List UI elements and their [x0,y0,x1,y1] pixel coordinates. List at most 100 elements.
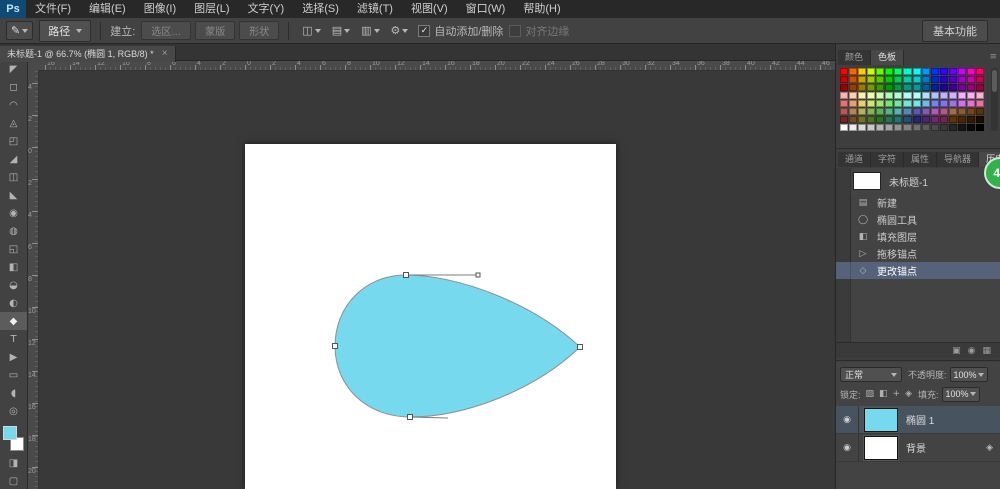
history-snapshot-row[interactable]: 未标题-1 [836,170,1000,192]
color-swatch[interactable] [939,124,948,131]
lock-all-icon[interactable]: ◈ [905,389,912,399]
color-swatch[interactable] [921,108,930,115]
color-swatch[interactable] [939,76,948,83]
color-swatch[interactable] [957,92,966,99]
color-swatch[interactable] [966,92,975,99]
panel-menu-icon[interactable]: ≡ [989,52,997,62]
color-swatch[interactable] [840,76,849,83]
color-swatch[interactable] [903,124,912,131]
color-swatch[interactable] [903,92,912,99]
zoom-tool[interactable]: ◎ [0,402,27,420]
path-arrangement-icon[interactable]: ▥ [357,23,383,38]
layer-thumbnail[interactable] [864,407,898,432]
color-swatch[interactable] [876,84,885,91]
new-snapshot-icon[interactable]: ◉ [968,346,976,356]
color-swatch[interactable] [966,108,975,115]
menu-item[interactable]: 文件(F) [26,0,80,18]
color-swatch[interactable] [885,124,894,131]
menu-item[interactable]: 文字(Y) [239,0,294,18]
history-step[interactable]: ◯ 椭圆工具 [836,211,1000,228]
menu-item[interactable]: 选择(S) [293,0,348,18]
color-swatch[interactable] [912,68,921,75]
color-swatch[interactable] [903,100,912,107]
quick-mask-button[interactable]: ◨ [0,454,27,472]
bezier-handle-point[interactable] [475,272,481,278]
panel-tab[interactable]: 通道 [838,152,872,167]
visibility-eye-icon[interactable]: ◉ [836,434,859,461]
color-swatch[interactable] [939,84,948,91]
color-swatch[interactable] [912,108,921,115]
history-brush-source-box[interactable] [836,245,851,262]
eraser-tool[interactable]: ◱ [0,240,27,258]
layer-thumbnail[interactable] [864,435,898,460]
anchor-point-left[interactable] [332,343,338,349]
color-swatch[interactable] [894,68,903,75]
screen-mode-button[interactable]: ▢ [0,472,27,489]
color-swatch[interactable] [867,124,876,131]
color-swatch[interactable] [966,84,975,91]
color-swatch[interactable] [849,92,858,99]
move-tool[interactable]: ◤ [0,60,27,78]
color-swatch[interactable] [849,68,858,75]
color-swatch[interactable] [966,124,975,131]
color-swatch[interactable] [903,108,912,115]
history-step[interactable]: ◧ 填充图层 [836,228,1000,245]
color-swatch[interactable] [912,92,921,99]
color-swatch[interactable] [867,84,876,91]
color-swatch[interactable] [876,92,885,99]
color-swatch[interactable] [885,116,894,123]
color-swatch[interactable] [885,68,894,75]
color-swatch[interactable] [930,68,939,75]
color-swatch[interactable] [867,68,876,75]
color-swatch[interactable] [858,124,867,131]
shape-tool[interactable]: ▭ [0,366,27,384]
color-swatch[interactable] [894,92,903,99]
lasso-tool[interactable]: ◠ [0,96,27,114]
color-swatch[interactable] [921,92,930,99]
menu-item[interactable]: 编辑(E) [80,0,135,18]
color-swatch[interactable] [840,68,849,75]
color-swatch[interactable] [867,92,876,99]
color-swatch[interactable] [858,92,867,99]
color-swatch[interactable] [903,68,912,75]
color-swatch[interactable] [876,100,885,107]
color-swatch[interactable] [975,84,984,91]
color-swatch[interactable] [957,108,966,115]
close-icon[interactable]: × [162,48,168,59]
color-swatch[interactable] [867,108,876,115]
path-alignment-icon[interactable]: ▤ [328,23,354,38]
color-swatch[interactable] [957,68,966,75]
color-swatch[interactable] [957,76,966,83]
tool-preset-picker[interactable]: ✎ [6,21,34,40]
color-swatch[interactable] [867,76,876,83]
color-swatch[interactable] [840,92,849,99]
history-step[interactable]: ◇ 更改锚点 [836,262,1000,279]
history-brush-source-box[interactable] [836,194,851,211]
color-swatch[interactable] [930,92,939,99]
color-swatch[interactable] [885,108,894,115]
path-mode-select[interactable]: 路径 [39,19,92,42]
visibility-eye-icon[interactable]: ◉ [836,406,859,433]
color-swatch[interactable] [858,100,867,107]
color-swatch[interactable] [948,92,957,99]
color-swatch[interactable] [939,116,948,123]
color-swatch[interactable] [912,116,921,123]
photoshop-logo[interactable]: Ps [0,0,26,18]
path-operations-icon[interactable]: ◫ [298,23,324,38]
panel-tab[interactable]: 颜色 [838,50,872,65]
color-swatch[interactable] [849,84,858,91]
pen-tool[interactable]: ◆ [0,312,27,330]
color-swatch[interactable] [948,116,957,123]
color-swatch[interactable] [921,116,930,123]
color-swatch[interactable] [849,116,858,123]
color-swatch[interactable] [867,100,876,107]
color-swatch[interactable] [903,84,912,91]
color-swatch[interactable] [894,124,903,131]
make-button[interactable]: 选区… [141,21,192,40]
panel-tab[interactable]: 属性 [904,152,938,167]
color-swatch[interactable] [948,124,957,131]
color-swatch[interactable] [849,124,858,131]
color-swatch[interactable] [966,68,975,75]
color-swatch[interactable] [966,116,975,123]
color-swatch[interactable] [840,84,849,91]
